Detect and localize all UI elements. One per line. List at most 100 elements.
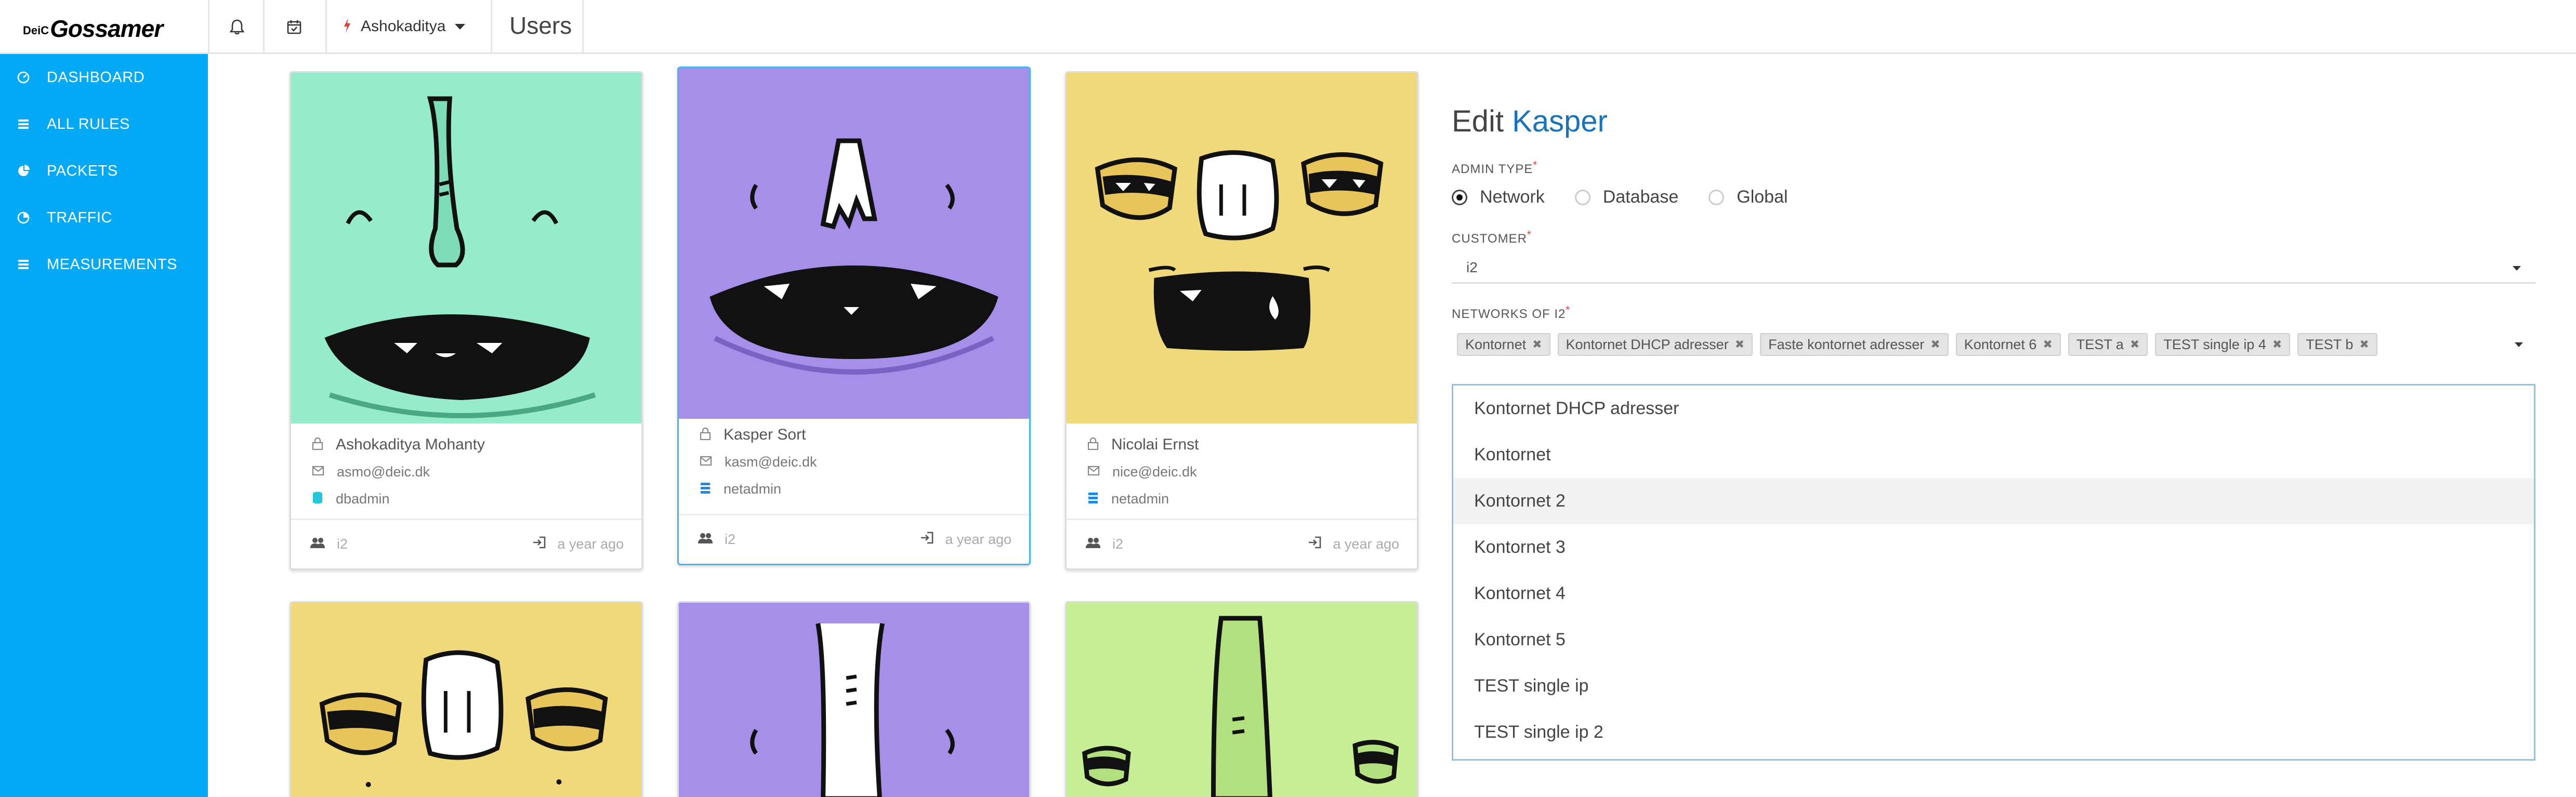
- dropdown-option-highlighted[interactable]: Kontornet 2: [1453, 478, 2534, 524]
- sidebar-item-packets[interactable]: PACKETS: [0, 148, 208, 194]
- server-icon: [700, 482, 711, 497]
- admin-type-label-text: ADMIN TYPE: [1452, 162, 1533, 176]
- user-card[interactable]: [290, 601, 643, 797]
- avatar: [679, 68, 1029, 419]
- dropdown-option[interactable]: Kontornet DHCP adresser: [1453, 386, 2534, 432]
- user-email: asmo@deic.dk: [337, 463, 430, 480]
- sidebar-item-label: DASHBOARD: [47, 69, 145, 86]
- user-card[interactable]: Nicolai Ernst nice@deic.dk netadmin i2 a…: [1065, 71, 1418, 570]
- bell-icon[interactable]: [227, 17, 247, 37]
- last-login-time: a year ago: [1333, 536, 1399, 552]
- radio-dot[interactable]: [1574, 189, 1591, 205]
- calendar-icon[interactable]: [284, 17, 305, 37]
- radio-dot[interactable]: [1708, 189, 1725, 205]
- user-info: Ashokaditya Mohanty asmo@deic.dk dbadmin: [291, 431, 641, 512]
- user-card[interactable]: Ashokaditya Mohanty asmo@deic.dk dbadmin…: [290, 71, 643, 570]
- sidebar-item-all-rules[interactable]: ALL RULES: [0, 101, 208, 148]
- user-name: Ashokaditya Mohanty: [336, 436, 485, 453]
- sidebar-item-traffic[interactable]: TRAFFIC: [0, 194, 208, 241]
- sidebar-item-measurements[interactable]: MEASUREMENTS: [0, 241, 208, 288]
- user-email: kasm@deic.dk: [725, 454, 817, 470]
- envelope-icon: [1087, 466, 1100, 479]
- sidebar-item-label: TRAFFIC: [47, 209, 112, 226]
- remove-tag-icon[interactable]: ✖: [2043, 338, 2052, 351]
- dropdown-option[interactable]: Kontornet 3: [1453, 524, 2534, 570]
- server-icon: [1087, 492, 1099, 507]
- chevron-down-icon: [2513, 266, 2521, 271]
- remove-tag-icon[interactable]: ✖: [2130, 338, 2139, 351]
- admin-type-label: ADMIN TYPE*: [1452, 160, 2535, 177]
- chevron-down-icon[interactable]: [2515, 342, 2523, 347]
- card-footer: i2 a year ago: [679, 514, 1029, 564]
- user-info: Nicolai Ernst nice@deic.dk netadmin: [1067, 431, 1417, 512]
- database-icon: [312, 491, 323, 507]
- user-name-row: Nicolai Ernst: [1067, 431, 1417, 458]
- customer-select[interactable]: i2: [1452, 253, 2535, 284]
- dropdown-option[interactable]: TEST single ip 2: [1453, 709, 2534, 755]
- dropdown-option[interactable]: Kontornet: [1453, 432, 2534, 478]
- user-role-row: netadmin: [679, 475, 1029, 502]
- radio-dot[interactable]: [1452, 189, 1467, 205]
- divider: [208, 0, 209, 53]
- network-tag: Kontornet ✖: [1457, 333, 1550, 356]
- users-icon: [698, 532, 713, 548]
- dropdown-option[interactable]: TEST single ip: [1453, 663, 2534, 709]
- remove-tag-icon[interactable]: ✖: [1532, 338, 1542, 351]
- last-login: a year ago: [532, 536, 624, 552]
- customer-name: i2: [1112, 536, 1124, 552]
- network-tag: TEST b ✖: [2297, 333, 2377, 356]
- customer-section: CUSTOMER* i2: [1452, 229, 2535, 284]
- divider: [582, 0, 584, 53]
- user-card[interactable]: [677, 601, 1031, 797]
- remove-tag-icon[interactable]: ✖: [1735, 338, 1744, 351]
- user-email-row: asmo@deic.dk: [291, 458, 641, 485]
- avatar: [291, 603, 641, 797]
- user-name: Kasper Sort: [724, 426, 806, 443]
- last-login-time: a year ago: [557, 536, 624, 552]
- radio-database[interactable]: Database: [1574, 187, 1678, 207]
- radio-label: Global: [1737, 187, 1788, 207]
- remove-tag-icon[interactable]: ✖: [1930, 338, 1940, 351]
- network-tag-label: TEST a: [2076, 336, 2124, 352]
- network-tag-label: Kontornet DHCP adresser: [1566, 336, 1729, 352]
- user-card[interactable]: [1065, 601, 1418, 797]
- bolt-icon: [343, 18, 351, 35]
- networks-dropdown: Kontornet DHCP adresser Kontornet Kontor…: [1452, 384, 2535, 761]
- user-info: Kasper Sort kasm@deic.dk netadmin: [679, 421, 1029, 502]
- user-card[interactable]: Kasper Sort kasm@deic.dk netadmin i2 a y…: [677, 67, 1031, 565]
- remove-tag-icon[interactable]: ✖: [2272, 338, 2282, 351]
- remove-tag-icon[interactable]: ✖: [2359, 338, 2369, 351]
- user-role: dbadmin: [336, 490, 390, 507]
- customer-label: CUSTOMER*: [1452, 229, 2535, 246]
- sign-in-icon: [1308, 536, 1321, 552]
- dropdown-option[interactable]: Kontornet 4: [1453, 570, 2534, 617]
- card-footer: i2 a year ago: [1067, 519, 1417, 568]
- networks-multiselect[interactable]: Kontornet ✖ Kontornet DHCP adresser ✖ Fast…: [1452, 329, 2535, 360]
- pie-chart-icon: [16, 163, 31, 179]
- customer-name: i2: [337, 536, 348, 552]
- user-role: netadmin: [1111, 490, 1169, 507]
- page-title: Users: [509, 12, 572, 39]
- avatar: [1067, 73, 1417, 423]
- card-footer: i2 a year ago: [291, 519, 641, 568]
- required-marker: *: [1533, 160, 1538, 171]
- user-email-row: kasm@deic.dk: [679, 448, 1029, 475]
- top-bar: DeiC Gossamer Ashokaditya Users: [0, 0, 2576, 54]
- brand-small: DeiC: [23, 24, 49, 37]
- user-name: Nicolai Ernst: [1111, 436, 1199, 453]
- dropdown-option[interactable]: Kontornet 5: [1453, 617, 2534, 663]
- edit-title-prefix: Edit: [1452, 104, 1504, 138]
- user-menu[interactable]: Ashokaditya: [343, 0, 466, 53]
- brand-logo[interactable]: DeiC Gossamer: [23, 11, 163, 43]
- customer-group: i2: [698, 532, 735, 548]
- dashboard-icon: [16, 70, 31, 85]
- networks-label: NETWORKS OF I2*: [1452, 304, 2535, 322]
- edit-title: Edit Kasper: [1452, 104, 2535, 139]
- radio-global[interactable]: Global: [1708, 187, 1788, 207]
- customer-group: i2: [310, 536, 348, 552]
- lock-icon: [312, 437, 323, 453]
- sidebar-item-dashboard[interactable]: DASHBOARD: [0, 54, 208, 101]
- radio-network[interactable]: Network: [1452, 187, 1545, 207]
- list-icon: [16, 257, 31, 272]
- users-icon: [310, 536, 325, 552]
